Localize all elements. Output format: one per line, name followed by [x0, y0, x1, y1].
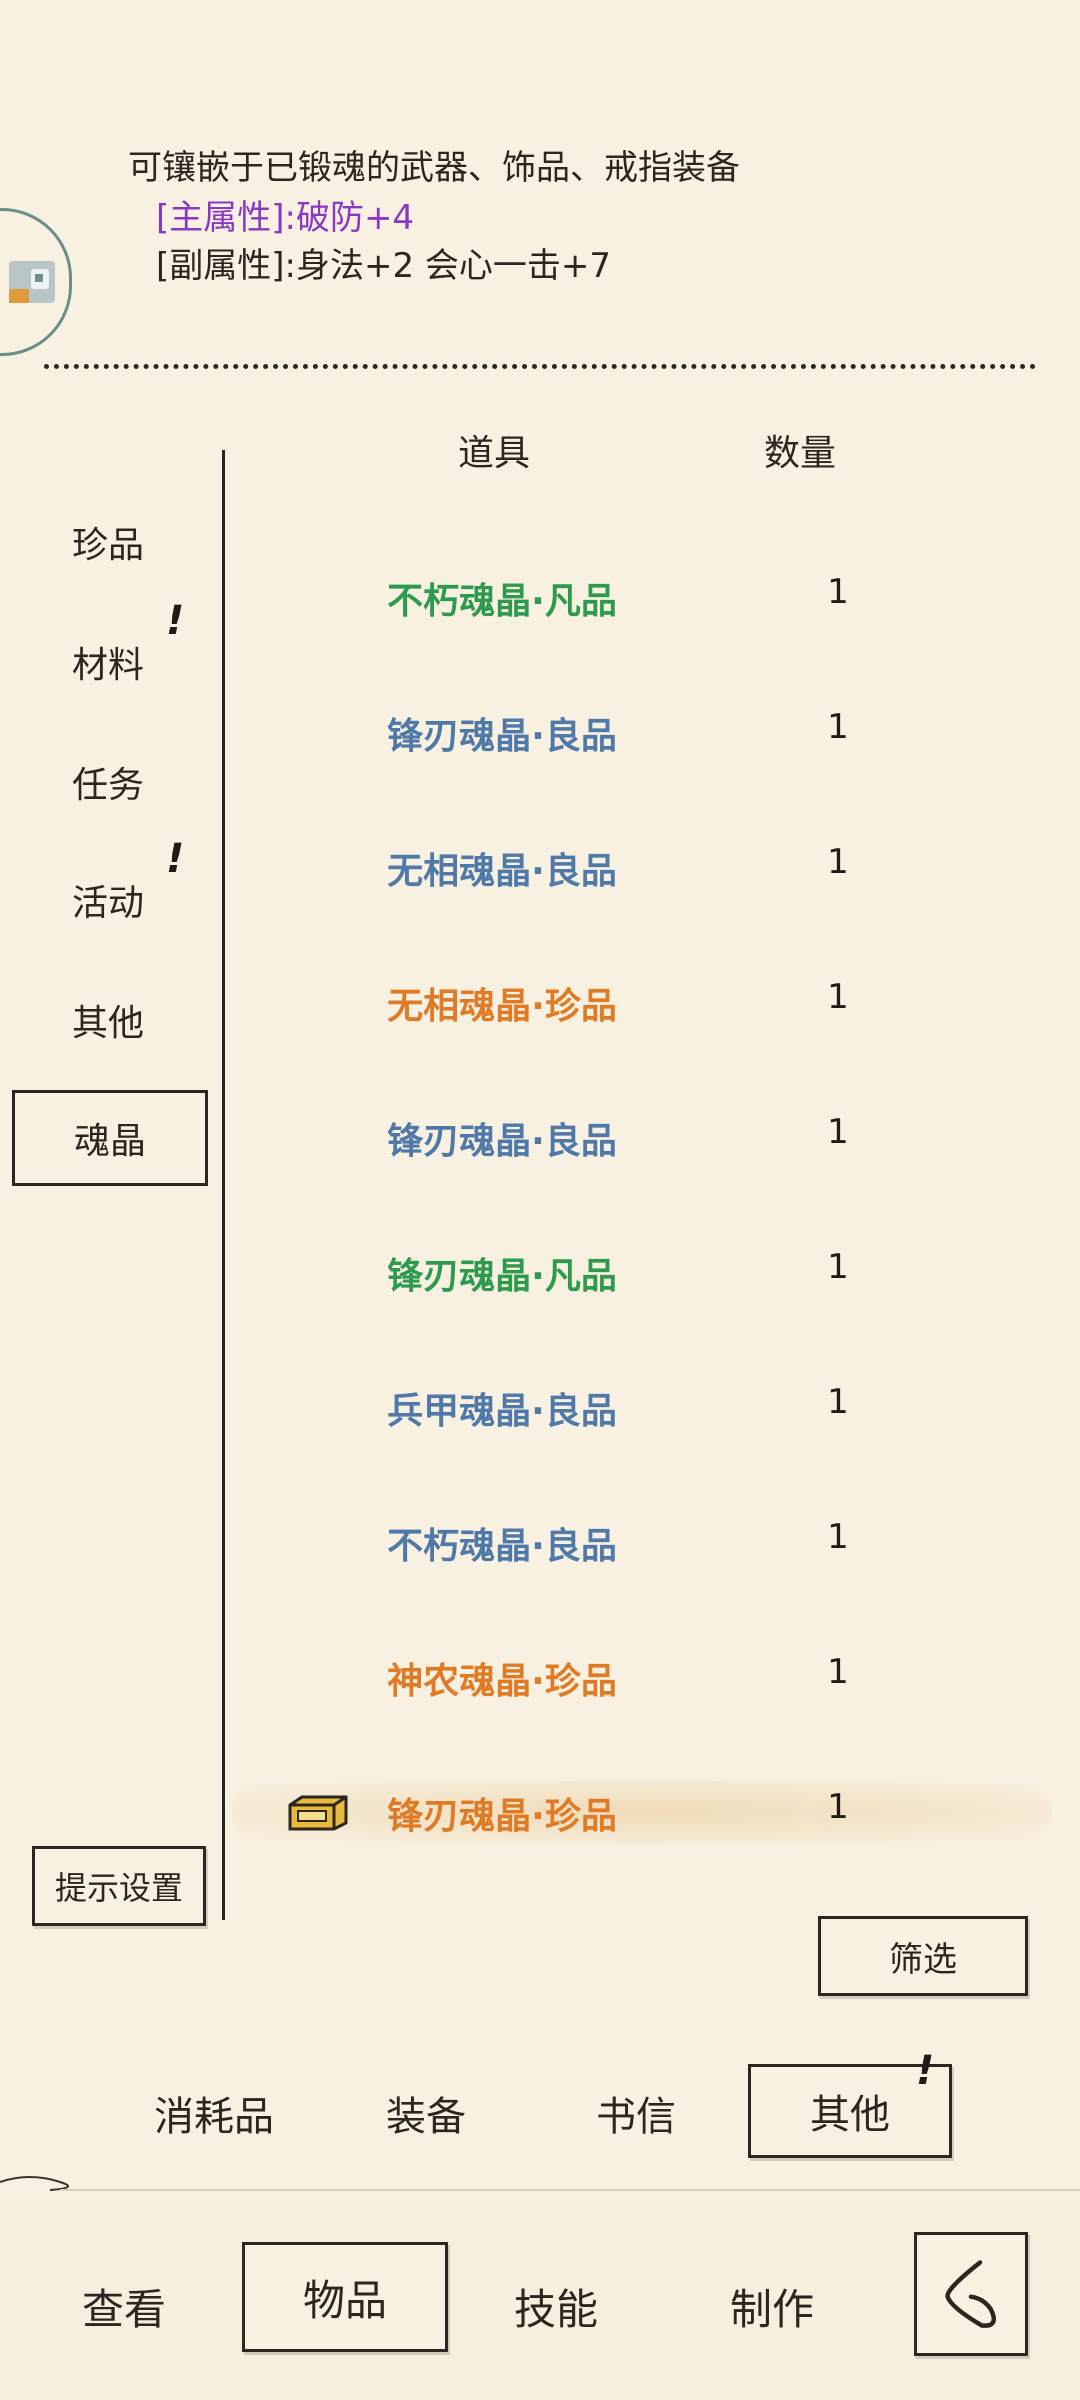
list-divider	[222, 450, 225, 1920]
item-row[interactable]: 锋刃魂晶·良品 1	[232, 1088, 1080, 1178]
item-name: 锋刃魂晶·良品	[387, 1121, 617, 1162]
item-name: 无相魂晶·珍品	[387, 986, 617, 1027]
category-soul-crystal[interactable]: 魂晶	[12, 1090, 208, 1186]
item-quantity: 1	[827, 572, 849, 612]
item-row[interactable]: 兵甲魂晶·良品 1	[232, 1358, 1080, 1448]
item-name: 不朽魂晶·良品	[387, 1526, 617, 1567]
nav-view[interactable]: 查看	[82, 2276, 166, 2337]
item-quantity: 1	[827, 1652, 849, 1692]
item-row[interactable]: 不朽魂晶·良品 1	[232, 1493, 1080, 1583]
item-quantity: 1	[827, 1382, 849, 1422]
item-name: 兵甲魂晶·良品	[387, 1391, 617, 1432]
item-row[interactable]: 锋刃魂晶·凡品 1	[232, 1223, 1080, 1313]
category-quest[interactable]: 任务	[72, 756, 144, 808]
item-quantity: 1	[827, 707, 849, 747]
item-quantity: 1	[827, 977, 849, 1017]
filter-button[interactable]: 筛选	[818, 1916, 1028, 1996]
item-quantity: 1	[827, 1112, 849, 1152]
back-button[interactable]	[914, 2232, 1028, 2356]
item-name: 神农魂晶·珍品	[387, 1661, 617, 1702]
back-arrow-icon	[945, 2260, 997, 2328]
category-materials[interactable]: 材料	[72, 636, 144, 688]
item-quantity: 1	[827, 1247, 849, 1287]
item-name: 锋刃魂晶·良品	[387, 716, 617, 757]
item-description: 可镶嵌于已锻魂的武器、饰品、戒指装备	[128, 148, 740, 188]
item-name: 不朽魂晶·凡品	[387, 581, 617, 622]
category-event[interactable]: 活动	[72, 874, 144, 926]
item-name: 无相魂晶·良品	[387, 851, 617, 892]
item-row[interactable]: 无相魂晶·珍品 1	[232, 953, 1080, 1043]
hint-settings-button[interactable]: 提示设置	[32, 1846, 206, 1926]
other-tab-alert-badge: !	[916, 2048, 935, 2094]
divider	[44, 364, 1036, 369]
materials-alert-badge: !	[166, 598, 185, 644]
category-other[interactable]: 其他	[72, 994, 144, 1046]
nav-items[interactable]: 物品	[242, 2242, 448, 2352]
item-name: 锋刃魂晶·凡品	[387, 1256, 617, 1297]
item-row-selected[interactable]: 锋刃魂晶·珍品 1	[232, 1763, 1080, 1853]
scroll-divider	[0, 2176, 1080, 2191]
tab-letters[interactable]: 书信	[596, 2084, 676, 2142]
nav-skills[interactable]: 技能	[514, 2276, 598, 2337]
nav-crafting[interactable]: 制作	[730, 2276, 814, 2337]
avatar-tab[interactable]	[0, 208, 72, 356]
main-attribute: [主属性]:破防+4	[156, 198, 415, 238]
item-row[interactable]: 锋刃魂晶·良品 1	[232, 683, 1080, 773]
item-quantity: 1	[827, 1517, 849, 1557]
tab-equipment[interactable]: 装备	[386, 2084, 466, 2142]
tab-consumables[interactable]: 消耗品	[154, 2084, 274, 2142]
item-row[interactable]: 不朽魂晶·凡品 1	[232, 548, 1080, 638]
item-row[interactable]: 神农魂晶·珍品 1	[232, 1628, 1080, 1718]
column-header-quantity: 数量	[764, 433, 837, 474]
column-header-item: 道具	[458, 433, 531, 474]
sub-attributes: [副属性]:身法+2 会心一击+7	[156, 246, 612, 286]
item-row[interactable]: 无相魂晶·良品 1	[232, 818, 1080, 908]
portrait-icon	[9, 261, 55, 303]
item-name: 锋刃魂晶·珍品	[387, 1796, 617, 1837]
item-quantity: 1	[827, 1787, 849, 1827]
item-quantity: 1	[827, 842, 849, 882]
category-treasure[interactable]: 珍品	[72, 516, 144, 568]
event-alert-badge: !	[166, 836, 185, 882]
